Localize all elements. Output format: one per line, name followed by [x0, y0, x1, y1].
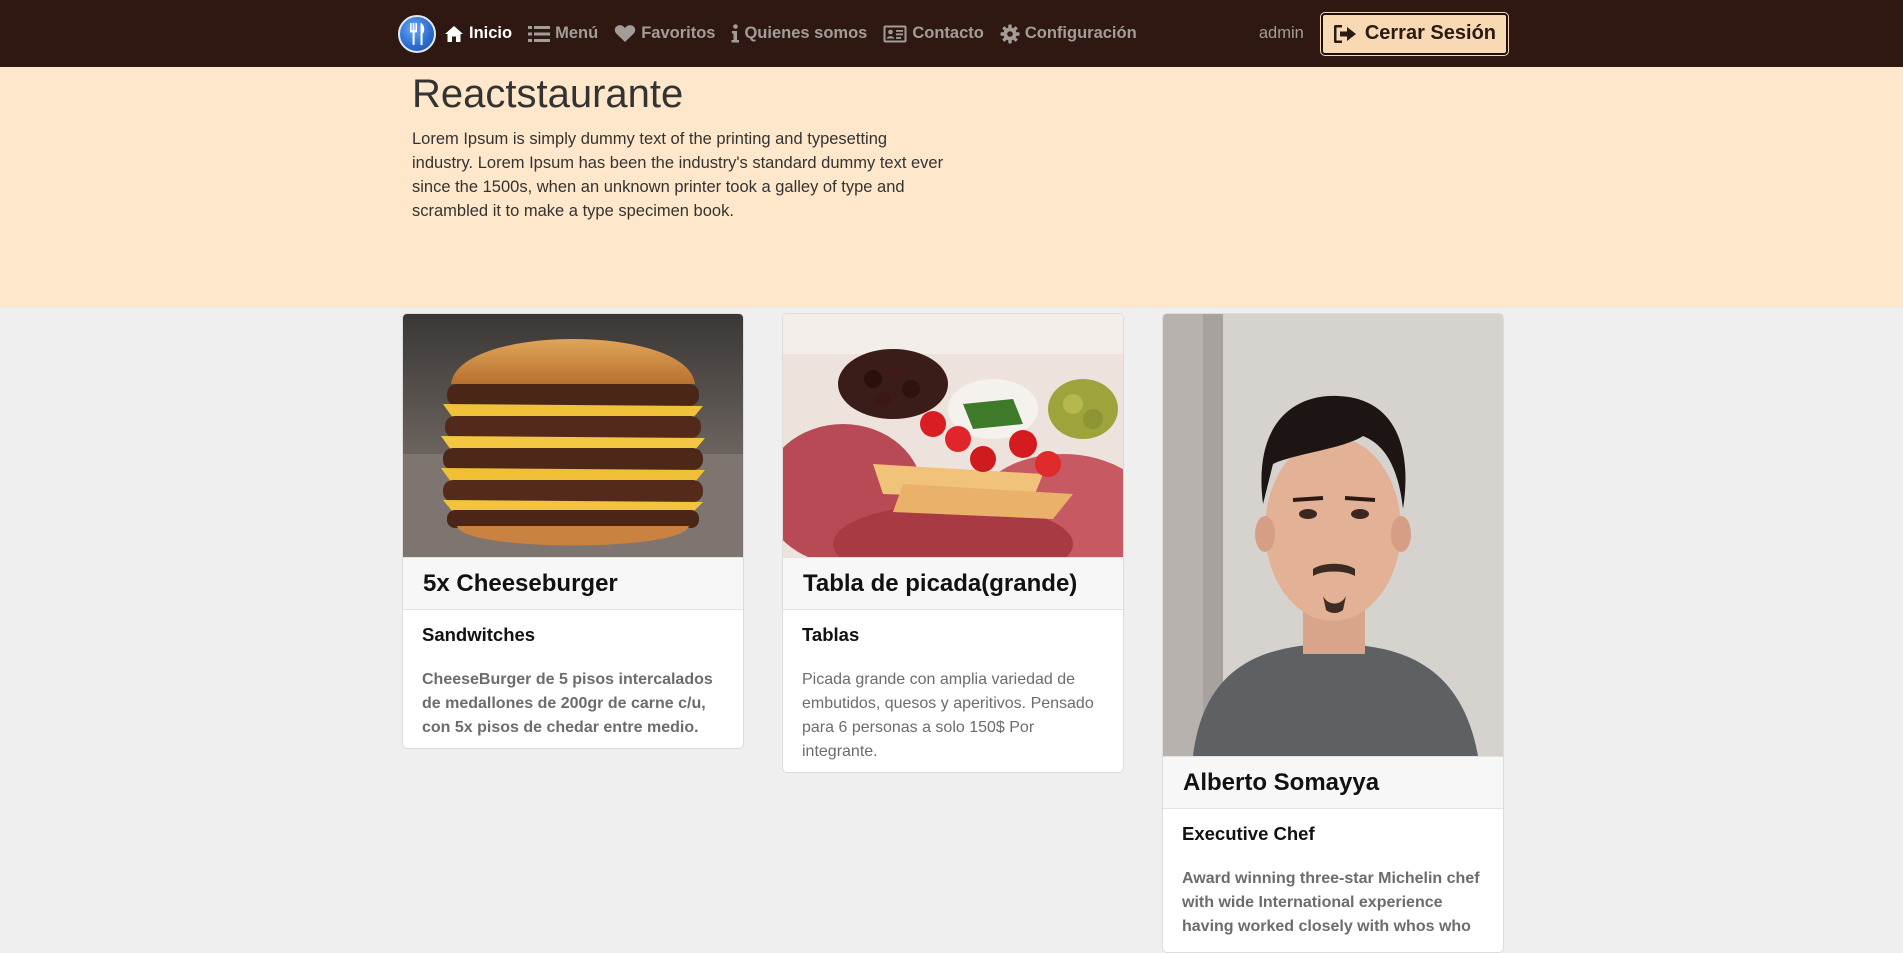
logout-button[interactable]: Cerrar Sesión — [1319, 11, 1510, 56]
nav-user-area: admin Cerrar Sesión — [1258, 0, 1510, 67]
card-header: Alberto Somayya — [1163, 756, 1503, 809]
hero-jumbotron: Reactstaurante Lorem Ipsum is simply dum… — [0, 67, 1903, 308]
heart-icon — [615, 25, 636, 42]
nav-item-label: Menú — [555, 24, 599, 42]
card-header: Tabla de picada(grande) — [783, 557, 1123, 610]
nav-item-label: Favoritos — [641, 24, 716, 42]
username-label: admin — [1258, 24, 1304, 42]
tabla-picada-image — [783, 314, 1123, 557]
nav-item-inicio[interactable]: Inicio — [444, 24, 512, 43]
nav-item-favoritos[interactable]: Favoritos — [614, 24, 715, 43]
logout-label: Cerrar Sesión — [1364, 22, 1496, 44]
nav-item-contacto[interactable]: Contacto — [883, 24, 984, 43]
card-category: Tablas — [802, 624, 860, 645]
card-description: CheeseBurger de 5 pisos intercalados de … — [422, 671, 713, 736]
card-title: Alberto Somayya — [1183, 768, 1380, 796]
card-description: Picada grande con amplia variedad de emb… — [802, 671, 1094, 760]
cheeseburger-image — [403, 314, 743, 557]
card-category: Sandwitches — [422, 624, 536, 645]
card-body: Executive Chef Award winning three-star … — [1163, 809, 1503, 947]
nav-item-label: Quienes somos — [744, 24, 868, 42]
sign-out-icon — [1333, 24, 1356, 43]
nav-item-menu[interactable]: Menú — [528, 24, 598, 43]
nav-links: Inicio Menú Favoritos Quienes somos Cont… — [444, 24, 1153, 44]
menu-card-cheeseburger[interactable]: 5x Cheeseburger Sandwitches CheeseBurger… — [402, 313, 744, 749]
top-navbar: Inicio Menú Favoritos Quienes somos Cont… — [0, 0, 1903, 67]
nav-item-quienes-somos[interactable]: Quienes somos — [731, 24, 867, 43]
gear-icon — [1000, 24, 1020, 43]
nav-item-label: Configuración — [1024, 24, 1137, 42]
id-card-icon — [883, 25, 907, 42]
list-icon — [528, 25, 551, 42]
card-header: 5x Cheeseburger — [403, 557, 743, 610]
card-title: 5x Cheeseburger — [423, 569, 618, 597]
chef-photo — [1163, 314, 1503, 756]
card-description: Award winning three-star Michelin chef w… — [1182, 870, 1480, 935]
nav-item-label: Inicio — [469, 24, 513, 42]
nav-item-configuracion[interactable]: Configuración — [1000, 24, 1137, 44]
brand-logo-icon[interactable] — [398, 14, 436, 53]
info-icon — [731, 24, 740, 43]
page-title: Reactstaurante — [412, 72, 684, 116]
hero-description: Lorem Ipsum is simply dummy text of the … — [412, 130, 944, 220]
team-card-chef[interactable]: Alberto Somayya Executive Chef Award win… — [1162, 313, 1504, 953]
card-body: Sandwitches CheeseBurger de 5 pisos inte… — [403, 610, 743, 748]
menu-card-tabla-picada[interactable]: Tabla de picada(grande) Tablas Picada gr… — [782, 313, 1124, 773]
card-title: Tabla de picada(grande) — [803, 569, 1078, 597]
home-icon — [445, 25, 463, 42]
nav-item-label: Contacto — [912, 24, 984, 42]
navbar-container: Inicio Menú Favoritos Quienes somos Cont… — [398, 0, 1510, 67]
card-body: Tablas Picada grande con amplia variedad… — [783, 610, 1123, 772]
card-role: Executive Chef — [1182, 823, 1315, 844]
